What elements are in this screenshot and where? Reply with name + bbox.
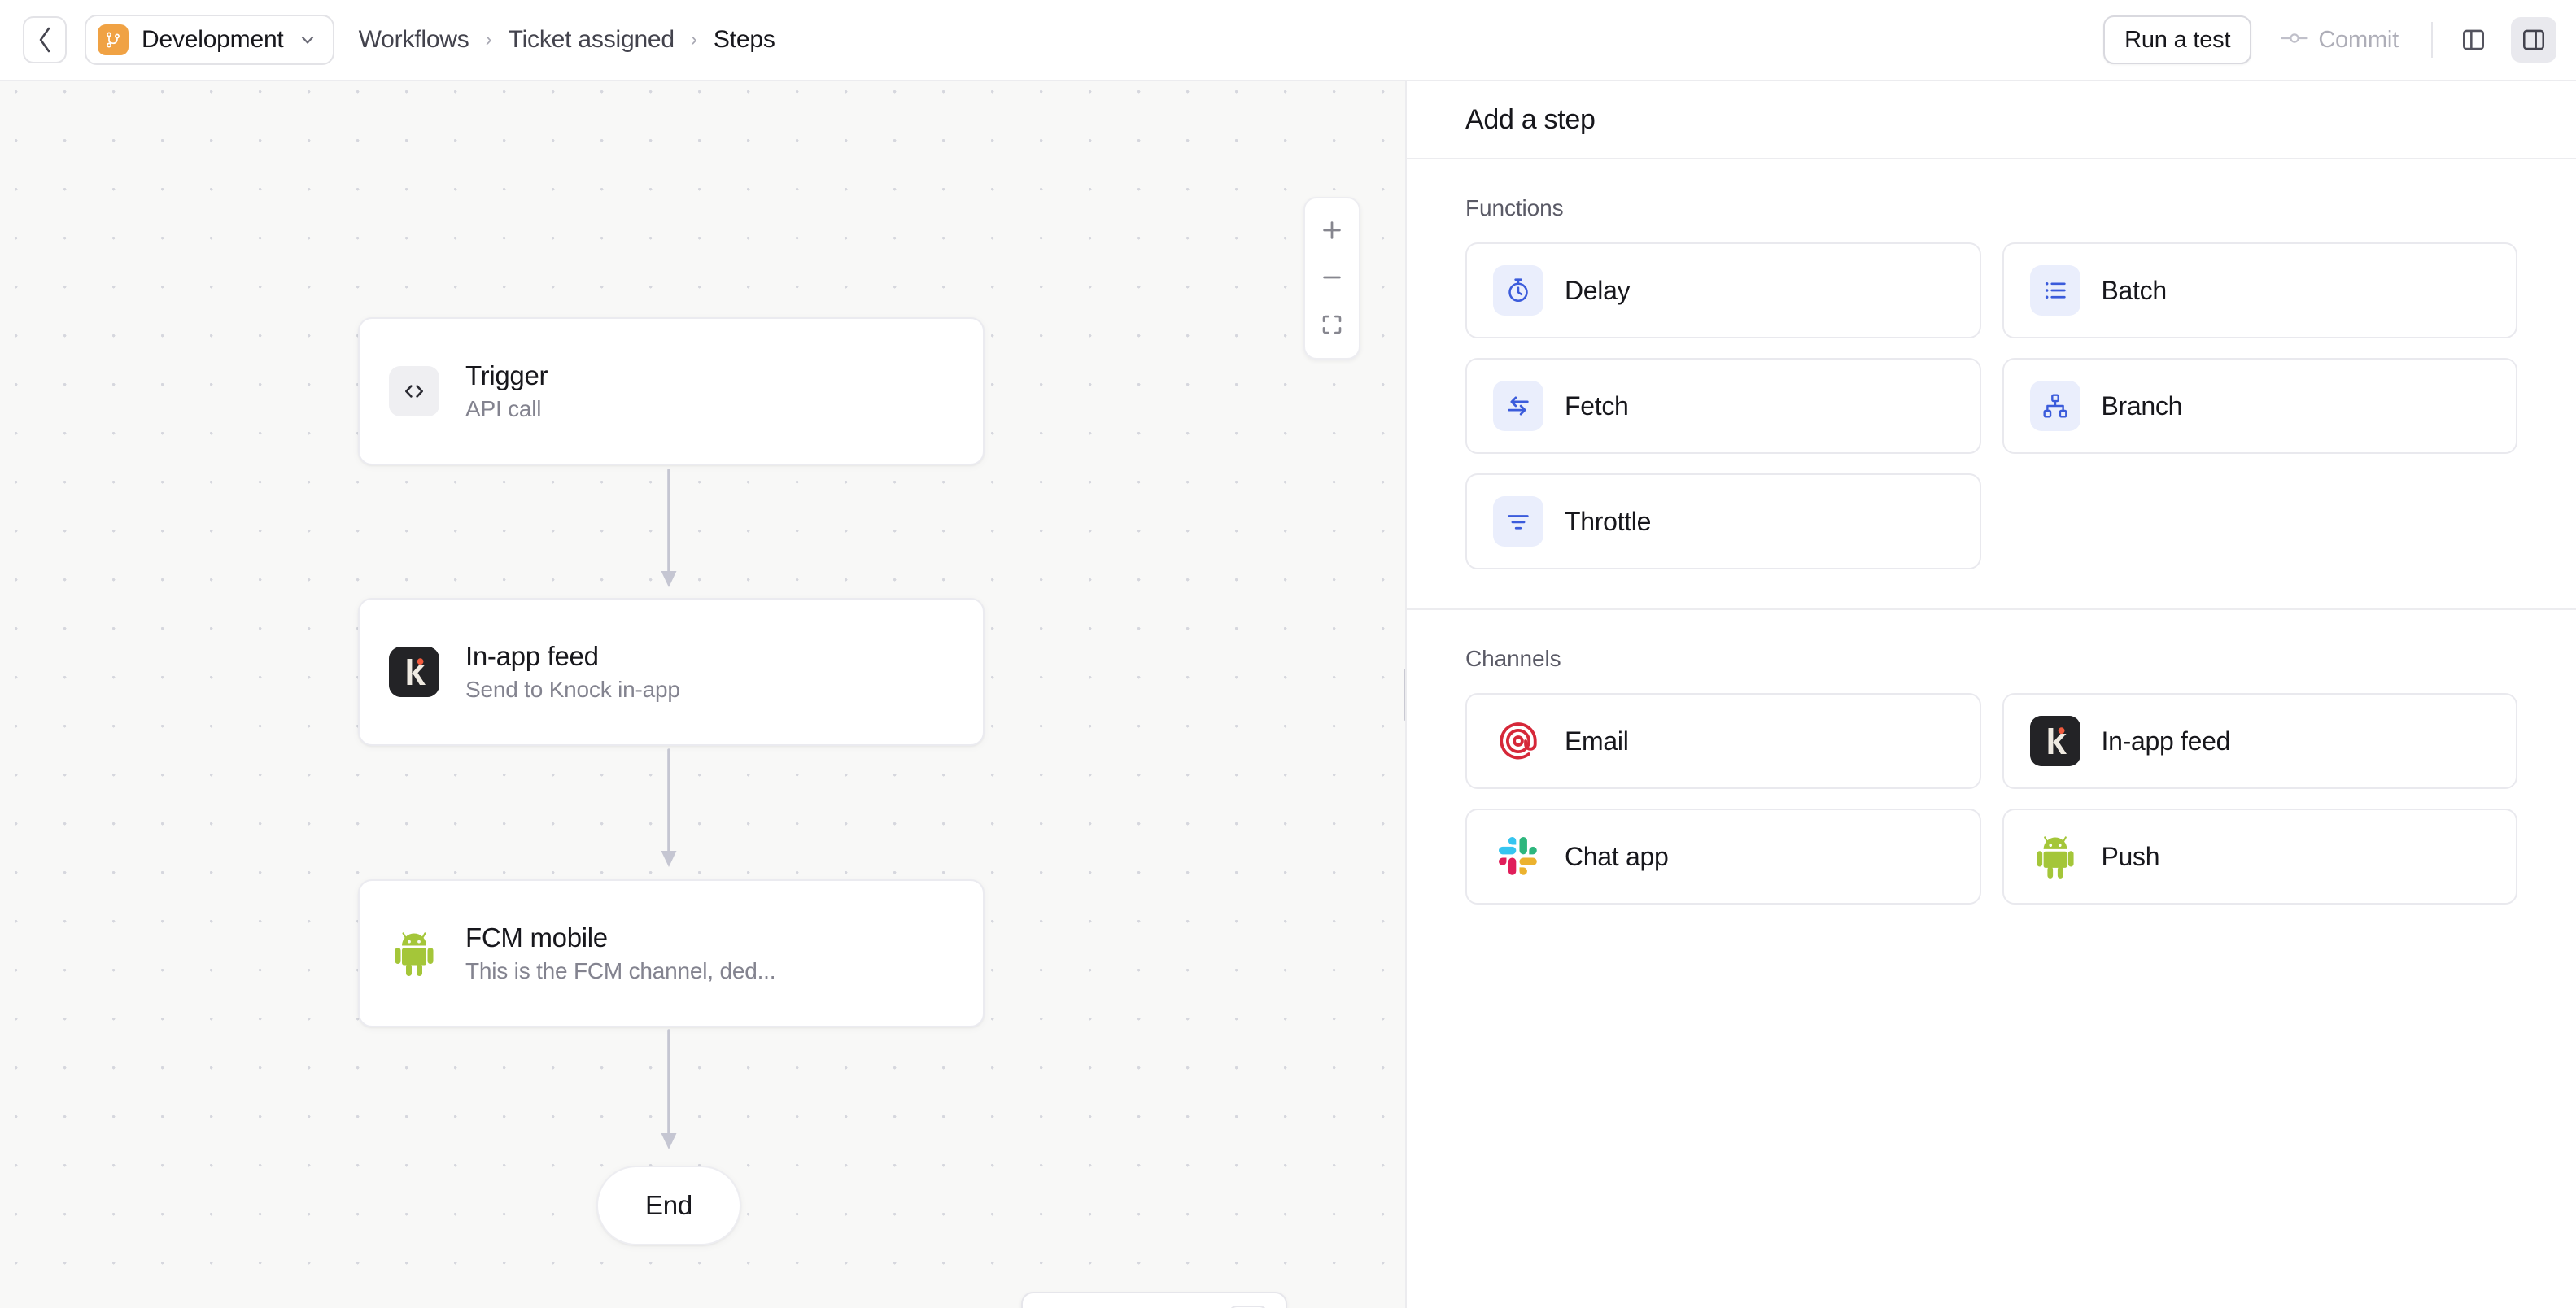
environment-selector[interactable]: Development (85, 15, 334, 65)
breadcrumb-separator: › (691, 28, 697, 51)
step-option-label: Delay (1565, 276, 1630, 306)
workflow-editor: Development Workflows › Ticket assigned … (0, 0, 2576, 1308)
breadcrumb-item-workflows[interactable]: Workflows (359, 26, 469, 54)
channels-grid: Email In-app feed (1465, 693, 2517, 905)
step-option-delay[interactable]: Delay (1465, 242, 1981, 338)
step-option-label: Throttle (1565, 507, 1651, 537)
step-option-batch[interactable]: Batch (2002, 242, 2518, 338)
environment-name: Development (142, 26, 284, 54)
add-step-panel-body: Functions Delay (1407, 159, 2576, 1308)
step-option-branch[interactable]: Branch (2002, 358, 2518, 454)
workflow-canvas[interactable]: Trigger API call (0, 81, 1405, 1308)
workflow-node-subtitle: Send to Knock in-app (465, 677, 680, 703)
channel-option-email[interactable]: Email (1465, 693, 1981, 789)
workflow-connector-arrow (653, 1029, 685, 1153)
run-a-test-button[interactable]: Run a test (2103, 15, 2251, 64)
knock-logo-icon (2030, 716, 2080, 766)
commit-label: Commit (2318, 27, 2399, 54)
functions-grid: Delay Batch (1465, 242, 2517, 569)
commit-button[interactable]: Commit (2266, 15, 2413, 64)
workflow-node-in-app-feed[interactable]: In-app feed Send to Knock in-app (358, 598, 985, 746)
layout-left-panel-toggle[interactable] (2451, 17, 2496, 63)
workflow-node-title: Trigger (465, 360, 548, 391)
breadcrumb-item-ticket-assigned[interactable]: Ticket assigned (509, 26, 675, 54)
add-step-panel: Add a step Functions (1405, 81, 2576, 1308)
workflow-node-text: Trigger API call (465, 360, 548, 422)
plus-icon (1320, 218, 1344, 242)
stopwatch-icon (1493, 265, 1543, 316)
exchange-arrows-icon (1493, 381, 1543, 431)
step-option-fetch[interactable]: Fetch (1465, 358, 1981, 454)
channels-section-label: Channels (1465, 646, 2517, 672)
workflow-node-text: In-app feed Send to Knock in-app (465, 641, 680, 703)
breadcrumb-item-steps: Steps (714, 26, 775, 54)
workflow-node-title: FCM mobile (465, 922, 775, 953)
knock-logo-icon (389, 647, 439, 697)
panel-resize-handle[interactable] (1400, 81, 1405, 1308)
workflow-connector-arrow (653, 748, 685, 870)
workflow-node-subtitle: This is the FCM channel, ded... (465, 958, 775, 984)
add-step-panel-header: Add a step (1407, 81, 2576, 159)
zoom-in-button[interactable] (1305, 207, 1359, 254)
step-option-label: Fetch (1565, 391, 1629, 421)
functions-section-label: Functions (1465, 195, 2517, 221)
fit-screen-icon (1320, 312, 1344, 337)
workflow-node-subtitle: API call (465, 396, 548, 422)
channels-section: Channels Email (1407, 610, 2576, 937)
top-bar-right: Run a test Commit (2103, 15, 2556, 64)
workflow-node-end[interactable]: End (596, 1166, 741, 1245)
at-sign-icon (1493, 716, 1543, 766)
page-title: Add a step (1465, 104, 1596, 136)
channel-option-label: In-app feed (2102, 726, 2231, 756)
minus-icon (1320, 265, 1344, 290)
top-bar-left: Development Workflows › Ticket assigned … (23, 15, 2103, 65)
channel-option-chat-app[interactable]: Chat app (1465, 809, 1981, 905)
workflow-node-text: FCM mobile This is the FCM channel, ded.… (465, 922, 775, 984)
code-brackets-icon (389, 366, 439, 416)
toggle-controls-button[interactable]: Toggle controls K (1021, 1292, 1287, 1308)
functions-section: Functions Delay (1407, 159, 2576, 608)
commit-node-icon (2281, 27, 2308, 54)
top-bar: Development Workflows › Ticket assigned … (0, 0, 2576, 81)
git-branch-icon (98, 24, 129, 55)
step-option-label: Branch (2102, 391, 2183, 421)
fit-view-button[interactable] (1305, 301, 1359, 348)
back-button[interactable] (23, 16, 67, 63)
workflow-connector-arrow (653, 469, 685, 591)
channel-option-push[interactable]: Push (2002, 809, 2518, 905)
channel-option-label: Chat app (1565, 842, 1668, 872)
hierarchy-icon (2030, 381, 2080, 431)
chevron-left-icon (37, 26, 53, 54)
android-robot-icon (389, 928, 439, 979)
channel-option-label: Push (2102, 842, 2160, 872)
breadcrumb-separator: › (486, 28, 492, 51)
resize-grip-icon (1404, 669, 1406, 721)
panel-left-icon (2460, 27, 2486, 53)
channel-option-label: Email (1565, 726, 1629, 756)
workflow-node-trigger[interactable]: Trigger API call (358, 317, 985, 465)
layout-right-panel-toggle[interactable] (2511, 17, 2556, 63)
channel-option-in-app-feed[interactable]: In-app feed (2002, 693, 2518, 789)
editor-body: Trigger API call (0, 81, 2576, 1308)
toolbar-divider (2431, 22, 2433, 58)
workflow-node-fcm-mobile[interactable]: FCM mobile This is the FCM channel, ded.… (358, 879, 985, 1027)
slack-icon (1493, 831, 1543, 882)
step-option-label: Batch (2102, 276, 2167, 306)
panel-right-icon (2521, 27, 2547, 53)
workflow-node-title: In-app feed (465, 641, 680, 672)
breadcrumb: Workflows › Ticket assigned › Steps (359, 26, 775, 54)
canvas-zoom-controls (1303, 197, 1360, 360)
step-option-throttle[interactable]: Throttle (1465, 473, 1981, 569)
android-robot-icon (2030, 831, 2080, 882)
zoom-out-button[interactable] (1305, 254, 1359, 301)
filter-lines-icon (1493, 496, 1543, 547)
chevron-down-icon (297, 29, 318, 50)
list-icon (2030, 265, 2080, 316)
